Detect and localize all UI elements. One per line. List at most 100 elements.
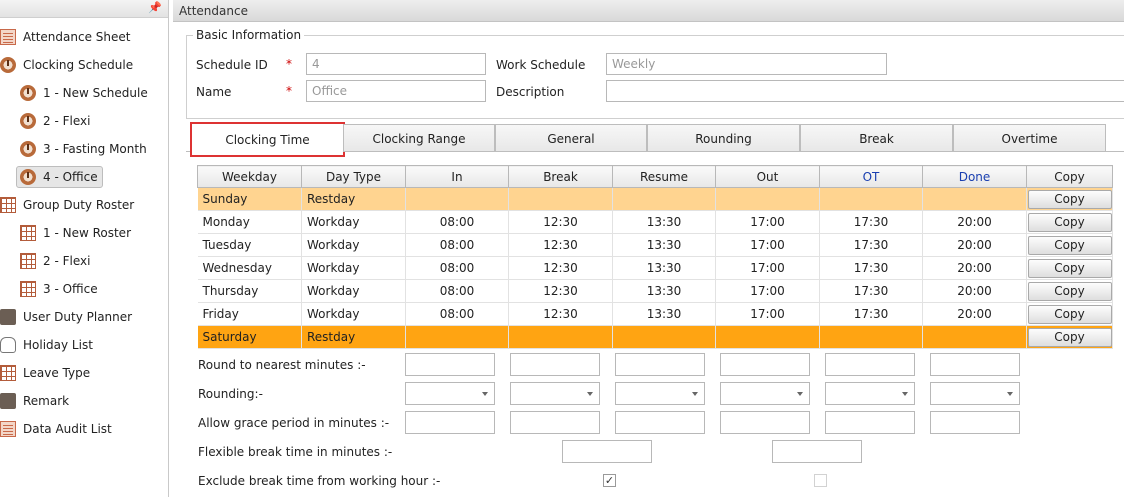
table-row[interactable]: Wednesday Workday 08:00 12:30 13:30 17:00 17:3… xyxy=(197,256,1113,280)
sidebar-item[interactable]: Attendance Sheet xyxy=(0,24,168,50)
table-cell-weekday: Thursday xyxy=(197,279,302,303)
table-cell-ot xyxy=(819,187,923,211)
sidebar-item-label: Remark xyxy=(23,394,70,408)
sidebar-item[interactable]: 3 - Fasting Month xyxy=(0,136,168,162)
column-header[interactable]: Out xyxy=(715,165,820,188)
sidebar-item[interactable]: 1 - New Roster xyxy=(0,220,168,246)
grace-period-field[interactable] xyxy=(615,411,705,434)
copy-button[interactable]: Copy xyxy=(1027,212,1112,232)
clocking-time-table: Weekday Day Type In Break Resume Out OT Done Cop… xyxy=(197,165,1113,349)
table-cell-daytype: Restday xyxy=(301,325,406,349)
round-nearest-field[interactable] xyxy=(405,353,495,376)
round-nearest-field[interactable] xyxy=(615,353,705,376)
table-cell-ot: 17:30 xyxy=(819,279,923,303)
sidebar-item[interactable]: Group Duty Roster xyxy=(0,192,168,218)
sidebar-item[interactable]: Holiday List xyxy=(0,332,168,358)
table-cell-done: 20:00 xyxy=(922,279,1027,303)
sidebar-item[interactable]: Data Audit List xyxy=(0,416,168,442)
rounding-dropdown[interactable] xyxy=(510,382,600,405)
sidebar: 📌 Attendance Sheet Clocking Schedule 1 - N… xyxy=(0,0,169,497)
column-header[interactable]: Weekday xyxy=(197,165,302,188)
grace-period-field[interactable] xyxy=(510,411,600,434)
column-header[interactable]: Resume xyxy=(612,165,716,188)
copy-button[interactable]: Copy xyxy=(1027,189,1112,209)
sidebar-item[interactable]: Clocking Schedule xyxy=(0,52,168,78)
flexible-break-field[interactable] xyxy=(562,440,652,463)
rounding-dropdown[interactable] xyxy=(930,382,1020,405)
copy-button[interactable]: Copy xyxy=(1027,258,1112,278)
sidebar-item[interactable]: Leave Type xyxy=(0,360,168,386)
pin-icon[interactable]: 📌 xyxy=(148,1,162,14)
sidebar-item[interactable]: 4 - Office xyxy=(0,164,168,190)
table-row[interactable]: Monday Workday 08:00 12:30 13:30 17:00 17:30 20… xyxy=(197,210,1113,234)
round-nearest-field[interactable] xyxy=(930,353,1020,376)
sidebar-item[interactable]: User Duty Planner xyxy=(0,304,168,330)
rounding-dropdown[interactable] xyxy=(720,382,810,405)
table-row[interactable]: Friday Workday 08:00 12:30 13:30 17:00 17:30 20… xyxy=(197,302,1113,326)
round-nearest-field[interactable] xyxy=(825,353,915,376)
briefcase-icon xyxy=(0,393,16,409)
tab-clocking-time[interactable]: Clocking Time xyxy=(190,122,345,157)
rounding-dropdown[interactable] xyxy=(405,382,495,405)
copy-button[interactable]: Copy xyxy=(1027,304,1112,324)
sidebar-item[interactable]: 2 - Flexi xyxy=(0,248,168,274)
table-row[interactable]: Thursday Workday 08:00 12:30 13:30 17:00 17:30… xyxy=(197,279,1113,303)
round-nearest-field[interactable] xyxy=(510,353,600,376)
table-cell-resume: 13:30 xyxy=(612,256,716,280)
sidebar-item[interactable]: 2 - Flexi xyxy=(0,108,168,134)
tab-clocking-range[interactable]: Clocking Range xyxy=(343,124,495,152)
table-cell-daytype: Restday xyxy=(301,187,406,211)
tab-overtime[interactable]: Overtime xyxy=(953,124,1106,152)
schedule-id-field[interactable]: 4 xyxy=(306,53,486,75)
table-cell-copy: Copy xyxy=(1026,233,1113,257)
table-row[interactable]: Sunday Restday Copy xyxy=(197,187,1113,211)
rounding-dropdown[interactable] xyxy=(825,382,915,405)
column-header[interactable]: OT xyxy=(819,165,923,188)
briefcase-icon xyxy=(0,309,16,325)
table-row[interactable]: Saturday Restday Copy xyxy=(197,325,1113,349)
grid-icon xyxy=(0,197,16,213)
tab-rounding[interactable]: Rounding xyxy=(647,124,800,152)
table-cell-copy: Copy xyxy=(1026,187,1113,211)
name-field[interactable]: Office xyxy=(306,80,486,102)
tab-general[interactable]: General xyxy=(495,124,647,152)
grid-icon xyxy=(20,225,36,241)
sidebar-item[interactable]: Remark xyxy=(0,388,168,414)
table-cell-done: 20:00 xyxy=(922,233,1027,257)
copy-button[interactable]: Copy xyxy=(1027,327,1112,347)
sidebar-item-label: 2 - Flexi xyxy=(43,254,91,268)
grace-period-field[interactable] xyxy=(720,411,810,434)
table-cell-weekday: Saturday xyxy=(197,325,302,349)
exclude-break-checkbox[interactable]: ✓ xyxy=(603,474,616,487)
copy-button[interactable]: Copy xyxy=(1027,281,1112,301)
table-cell-brk: 12:30 xyxy=(508,279,613,303)
tab-break[interactable]: Break xyxy=(800,124,953,152)
schedule-id-label: Schedule ID xyxy=(196,58,268,72)
table-cell-in xyxy=(405,325,509,349)
sidebar-item[interactable]: 1 - New Schedule xyxy=(0,80,168,106)
sidebar-item[interactable]: 3 - Office xyxy=(0,276,168,302)
rounding-dropdown[interactable] xyxy=(615,382,705,405)
table-row[interactable]: Tuesday Workday 08:00 12:30 13:30 17:00 17:30 2… xyxy=(197,233,1113,257)
column-header[interactable]: Break xyxy=(508,165,613,188)
exclude-break-checkbox-disabled[interactable] xyxy=(814,474,827,487)
round-nearest-field[interactable] xyxy=(720,353,810,376)
table-cell-brk: 12:30 xyxy=(508,302,613,326)
grace-period-field[interactable] xyxy=(930,411,1020,434)
required-mark: * xyxy=(286,84,292,98)
column-header[interactable]: In xyxy=(405,165,509,188)
exclude-break-label: Exclude break time from working hour :- xyxy=(198,474,441,488)
column-header[interactable]: Day Type xyxy=(301,165,406,188)
table-cell-daytype: Workday xyxy=(301,279,406,303)
flexible-break-field[interactable] xyxy=(772,440,862,463)
column-header[interactable]: Done xyxy=(922,165,1027,188)
work-schedule-field[interactable]: Weekly xyxy=(606,53,887,75)
table-cell-weekday: Wednesday xyxy=(197,256,302,280)
description-field[interactable] xyxy=(606,80,1124,102)
grace-period-field[interactable] xyxy=(405,411,495,434)
column-header[interactable]: Copy xyxy=(1026,165,1113,188)
grace-period-field[interactable] xyxy=(825,411,915,434)
copy-button[interactable]: Copy xyxy=(1027,235,1112,255)
basic-information-legend: Basic Information xyxy=(193,28,305,42)
table-cell-out: 17:00 xyxy=(715,256,820,280)
